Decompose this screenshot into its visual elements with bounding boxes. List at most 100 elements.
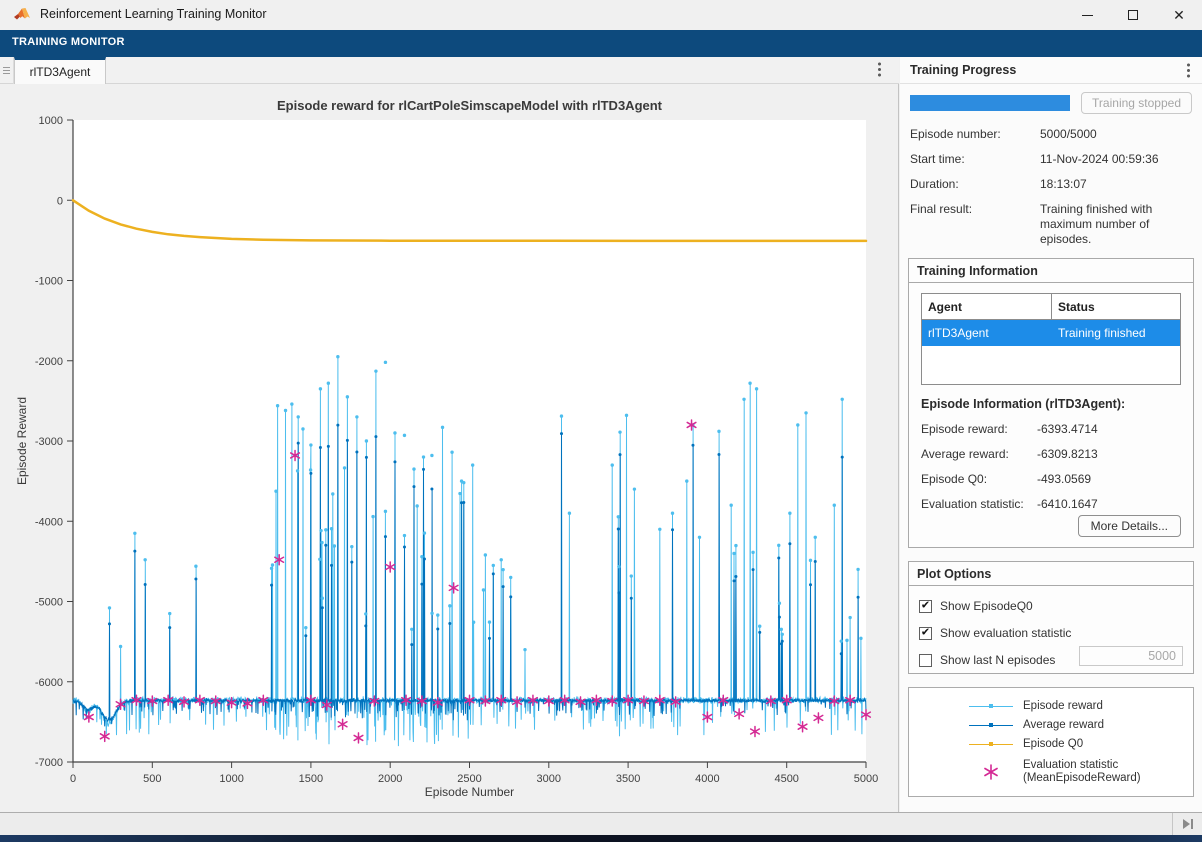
maximize-button[interactable] xyxy=(1110,0,1156,30)
checkbox-label: Show last N episodes xyxy=(940,653,1055,667)
plot-options-section: Plot Options ✔ Show EpisodeQ0 ✔ Show eva… xyxy=(908,561,1194,674)
svg-text:5000: 5000 xyxy=(854,773,878,785)
tab-label: rlTD3Agent xyxy=(30,65,91,79)
ribbon-tab-training-monitor[interactable]: TRAINING MONITOR xyxy=(12,36,125,48)
checkbox-show-last-n-episodes[interactable]: ✔ Show last N episodes xyxy=(919,652,1055,668)
episode-reward-label: Episode reward: xyxy=(921,422,1008,436)
training-information-title: Training Information xyxy=(917,264,1038,278)
legend-label: Episode reward xyxy=(1023,700,1103,713)
svg-text:-4000: -4000 xyxy=(35,516,63,528)
maximize-icon xyxy=(1128,10,1138,20)
tab-rltd3agent[interactable]: rlTD3Agent xyxy=(14,57,106,84)
training-information-section: Training Information Agent Status rlTD3A… xyxy=(908,258,1194,548)
close-icon: ✕ xyxy=(1173,8,1185,22)
svg-text:-7000: -7000 xyxy=(35,757,63,769)
training-chart[interactable]: 10000-1000-2000-3000-4000-5000-6000-7000… xyxy=(0,84,899,812)
svg-text:1500: 1500 xyxy=(299,773,323,785)
svg-text:Episode reward for rlCartPoleS: Episode reward for rlCartPoleSimscapeMod… xyxy=(277,98,663,113)
close-button[interactable]: ✕ xyxy=(1156,0,1202,30)
taskbar-sliver xyxy=(0,835,1202,842)
training-information-header: Training Information xyxy=(909,259,1193,283)
matlab-logo-icon xyxy=(14,7,30,23)
svg-text:1000: 1000 xyxy=(219,773,243,785)
checkmark-icon: ✔ xyxy=(921,627,930,638)
plot-options-header: Plot Options xyxy=(909,562,1193,586)
kebab-icon xyxy=(1187,63,1190,78)
table-header-row: Agent Status xyxy=(922,294,1180,320)
training-stopped-button[interactable]: Training stopped xyxy=(1081,92,1192,114)
app-window: Reinforcement Learning Training Monitor … xyxy=(0,0,1202,842)
svg-text:0: 0 xyxy=(57,195,63,207)
checkbox-label: Show evaluation statistic xyxy=(940,626,1071,640)
status-cell: Training finished xyxy=(1052,320,1180,346)
svg-text:0: 0 xyxy=(70,773,76,785)
svg-text:1000: 1000 xyxy=(39,115,63,127)
evaluation-statistic-label: Evaluation statistic: xyxy=(921,497,1024,511)
training-progress-bar xyxy=(910,95,1070,111)
panel-header: Training Progress xyxy=(900,57,1202,84)
ribbon: TRAINING MONITOR xyxy=(0,30,1202,57)
episode-number-label: Episode number: xyxy=(910,127,1038,141)
svg-text:500: 500 xyxy=(143,773,161,785)
svg-text:-6000: -6000 xyxy=(35,677,63,689)
legend-item-episode-q0: Episode Q0 xyxy=(909,736,1193,752)
plot-options-title: Plot Options xyxy=(917,567,991,581)
checkbox-box: ✔ xyxy=(919,600,932,613)
tab-grip-handle[interactable] xyxy=(0,57,14,84)
kebab-icon xyxy=(878,62,881,77)
statusbar-divider xyxy=(1172,813,1173,835)
skip-to-end-icon[interactable] xyxy=(1182,818,1194,830)
checkbox-label: Show EpisodeQ0 xyxy=(940,599,1033,613)
status-column-header: Status xyxy=(1052,294,1180,319)
progress-fill xyxy=(910,95,1070,111)
figure-panel: 10000-1000-2000-3000-4000-5000-6000-7000… xyxy=(0,84,899,812)
grip-icon xyxy=(3,67,10,74)
episode-reward-value: -6393.4714 xyxy=(1037,422,1098,436)
minimize-button[interactable] xyxy=(1064,0,1110,30)
titlebar: Reinforcement Learning Training Monitor … xyxy=(0,0,1202,30)
start-time-value: 11-Nov-2024 00:59:36 xyxy=(1040,152,1196,167)
minimize-icon xyxy=(1082,15,1093,16)
duration-label: Duration: xyxy=(910,177,1038,191)
window-title: Reinforcement Learning Training Monitor xyxy=(40,7,267,21)
more-details-button[interactable]: More Details... xyxy=(1078,515,1181,537)
chart-legend: Episode reward Average reward Episode Q0… xyxy=(908,687,1194,797)
table-row[interactable]: rlTD3Agent Training finished xyxy=(922,320,1180,346)
checkbox-show-evaluation-statistic[interactable]: ✔ Show evaluation statistic xyxy=(919,625,1071,641)
svg-text:2000: 2000 xyxy=(378,773,402,785)
svg-text:3500: 3500 xyxy=(616,773,640,785)
checkbox-box: ✔ xyxy=(919,654,932,667)
episode-q0-value: -493.0569 xyxy=(1037,472,1091,486)
svg-text:-1000: -1000 xyxy=(35,276,63,288)
checkbox-box: ✔ xyxy=(919,627,932,640)
legend-item-average-reward: Average reward xyxy=(909,717,1193,733)
tabstrip-menu-button[interactable] xyxy=(878,62,881,80)
legend-line-swatch xyxy=(969,698,1013,714)
last-n-episodes-input[interactable] xyxy=(1079,646,1183,666)
svg-text:4500: 4500 xyxy=(774,773,798,785)
agent-status-table: Agent Status rlTD3Agent Training finishe… xyxy=(921,293,1181,385)
legend-line-swatch xyxy=(969,717,1013,733)
agent-cell: rlTD3Agent xyxy=(922,320,1052,346)
legend-label: Episode Q0 xyxy=(1023,738,1083,751)
agent-column-header: Agent xyxy=(922,294,1052,319)
episode-number-value: 5000/5000 xyxy=(1040,127,1196,142)
svg-text:-3000: -3000 xyxy=(35,436,63,448)
legend-item-episode-reward: Episode reward xyxy=(909,698,1193,714)
start-time-label: Start time: xyxy=(910,152,1038,166)
svg-text:3000: 3000 xyxy=(537,773,561,785)
evaluation-statistic-value: -6410.1647 xyxy=(1037,497,1098,511)
svg-text:-5000: -5000 xyxy=(35,597,63,609)
statusbar xyxy=(0,812,1202,835)
checkbox-show-episodeq0[interactable]: ✔ Show EpisodeQ0 xyxy=(919,598,1033,614)
legend-item-evaluation-statistic: Evaluation statistic (MeanEpisodeReward) xyxy=(909,758,1193,786)
svg-text:4000: 4000 xyxy=(695,773,719,785)
legend-label: Evaluation statistic (MeanEpisodeReward) xyxy=(1023,759,1141,785)
checkmark-icon: ✔ xyxy=(921,600,930,611)
asterisk-icon xyxy=(969,764,1013,780)
final-result-label: Final result: xyxy=(910,202,1038,216)
panel-menu-button[interactable] xyxy=(1187,63,1190,83)
episode-q0-label: Episode Q0: xyxy=(921,472,987,486)
average-reward-value: -6309.8213 xyxy=(1037,447,1098,461)
training-progress-panel: Training Progress Training stopped Episo… xyxy=(900,57,1202,812)
